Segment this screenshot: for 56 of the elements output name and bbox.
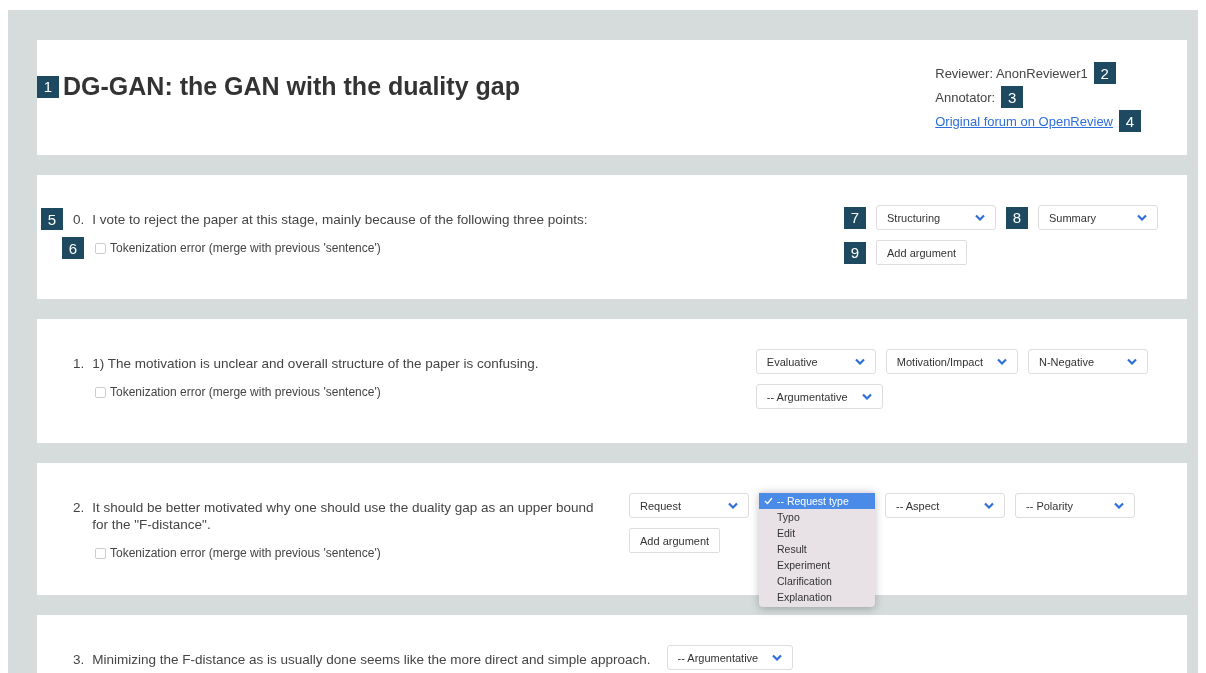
dropdown-select[interactable]: -- Aspect bbox=[885, 493, 1005, 518]
chevron-down-icon bbox=[984, 502, 994, 509]
dropdown-select[interactable]: Summary bbox=[1038, 205, 1158, 230]
sentence-number: 2. bbox=[73, 499, 85, 517]
sentence-text: 1) The motivation is unclear and overall structure of the paper is confusing. bbox=[92, 355, 539, 372]
openreview-link[interactable]: Original forum on OpenReview bbox=[935, 113, 1113, 129]
dropdown-select[interactable]: -- Argumentative bbox=[755, 384, 883, 409]
number-badge: 5 bbox=[41, 208, 63, 230]
chevron-down-icon bbox=[997, 358, 1007, 365]
menu-option[interactable]: Typo bbox=[759, 509, 875, 525]
dropdown-select[interactable]: -- Argumentative bbox=[666, 645, 794, 670]
checkbox[interactable] bbox=[95, 386, 106, 398]
sentence-text: It should be better motivated why one should use the duality gap as an upper bound for the "F-distance". bbox=[92, 499, 595, 533]
chevron-down-icon bbox=[861, 393, 872, 400]
sentence-text: I vote to reject the paper at this stage, mainly because of the following three points: bbox=[92, 211, 588, 228]
chevron-down-icon bbox=[1114, 502, 1124, 509]
page-title: DG-GAN: the GAN with the duality gap bbox=[63, 72, 520, 101]
chevron-down-icon bbox=[1137, 214, 1147, 221]
sentence-number: 3. bbox=[73, 651, 85, 668]
dropdown-select[interactable]: Request bbox=[629, 493, 749, 518]
meta-text: Annotator: bbox=[935, 89, 996, 105]
checkbox[interactable] bbox=[95, 547, 106, 559]
menu-option[interactable]: Explanation bbox=[759, 589, 875, 605]
dropdown-select[interactable]: Structuring bbox=[876, 205, 996, 230]
sentence-number: 1. bbox=[73, 355, 85, 372]
number-badge: 9 bbox=[844, 241, 866, 264]
sentence-text: Minimizing the F-distance as is usually done seems like the more direct and simple approach. bbox=[92, 651, 651, 668]
dropdown-select[interactable]: N-Negative bbox=[1028, 349, 1148, 374]
number-badge: 4 bbox=[1119, 110, 1141, 132]
number-badge: 2 bbox=[1093, 62, 1116, 84]
menu-option[interactable]: Experiment bbox=[759, 557, 875, 573]
number-badge: 8 bbox=[1006, 206, 1028, 229]
dropdown-select[interactable]: Evaluative bbox=[755, 349, 876, 374]
chevron-down-icon bbox=[1127, 358, 1137, 365]
sentence-number: 0. bbox=[73, 211, 85, 228]
menu-option[interactable]: Edit bbox=[759, 525, 875, 541]
checkbox-label: Tokenization error (merge with previous 'sentence') bbox=[110, 385, 381, 399]
number-badge: 7 bbox=[844, 206, 866, 229]
chevron-down-icon bbox=[854, 358, 865, 365]
number-badge: 1 bbox=[37, 75, 59, 98]
checkbox[interactable] bbox=[95, 242, 106, 254]
chevron-down-icon bbox=[728, 502, 738, 509]
add-argument-button[interactable]: Add argument bbox=[876, 240, 968, 265]
checkbox-label: Tokenization error (merge with previous 'sentence') bbox=[110, 241, 381, 255]
chevron-down-icon bbox=[975, 214, 985, 221]
check-icon bbox=[764, 497, 773, 505]
dropdown-select[interactable]: -- Polarity bbox=[1015, 493, 1135, 518]
meta-text: Reviewer: AnonReviewer1 bbox=[935, 65, 1088, 81]
chevron-down-icon bbox=[772, 654, 783, 661]
menu-option[interactable]: Result bbox=[759, 541, 875, 557]
checkbox-label: Tokenization error (merge with previous 'sentence') bbox=[110, 546, 381, 560]
menu-option[interactable]: Clarification bbox=[759, 573, 875, 589]
dropdown-select[interactable]: Motivation/Impact bbox=[885, 349, 1018, 374]
number-badge: 6 bbox=[62, 237, 84, 259]
add-argument-button[interactable]: Add argument bbox=[629, 528, 721, 553]
number-badge: 3 bbox=[1001, 86, 1024, 108]
